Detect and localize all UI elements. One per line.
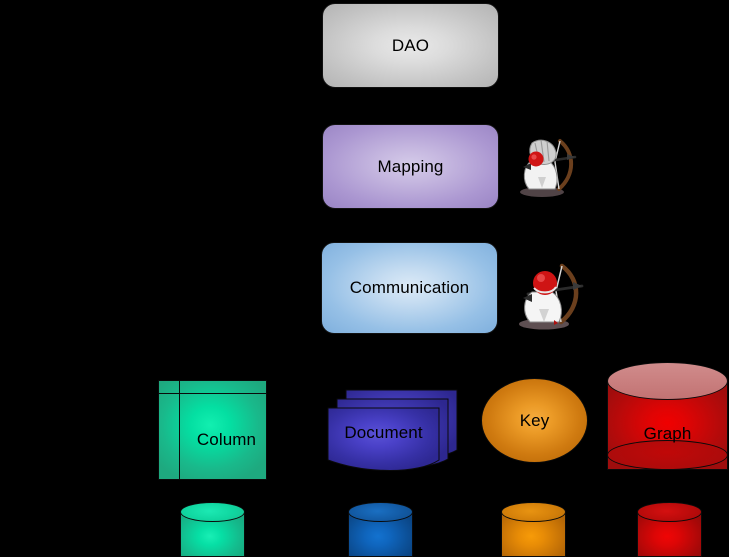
duke-archer-red-icon xyxy=(508,256,586,334)
database-key-top xyxy=(501,502,566,522)
store-label-key: Key xyxy=(519,410,550,430)
database-graph-top xyxy=(637,502,702,522)
database-column-top xyxy=(180,502,245,522)
database-column[interactable] xyxy=(180,502,245,557)
duke-archer-white-icon xyxy=(509,131,579,201)
layer-label-communication: Communication xyxy=(349,278,470,297)
graph-cylinder-bottom xyxy=(607,440,728,470)
graph-cylinder-top xyxy=(607,362,728,400)
database-key[interactable] xyxy=(501,502,566,557)
database-document[interactable] xyxy=(348,502,413,557)
database-document-top xyxy=(348,502,413,522)
store-graph[interactable]: Graph xyxy=(607,362,728,470)
store-document[interactable]: Document xyxy=(326,388,459,474)
layer-box-communication[interactable]: Communication xyxy=(321,242,498,334)
table-column-divider xyxy=(179,381,180,479)
database-graph[interactable] xyxy=(637,502,702,557)
layer-box-mapping[interactable]: Mapping xyxy=(322,124,499,209)
layer-label-dao: DAO xyxy=(391,35,430,55)
layer-label-mapping: Mapping xyxy=(377,156,444,176)
table-header-divider xyxy=(159,393,266,394)
store-label-column: Column xyxy=(196,430,257,449)
store-key[interactable]: Key xyxy=(481,378,588,463)
diagram-canvas: DAO Mapping Communication Column Documen… xyxy=(0,0,729,557)
layer-box-dao[interactable]: DAO xyxy=(322,3,499,88)
store-column[interactable]: Column xyxy=(158,380,267,480)
